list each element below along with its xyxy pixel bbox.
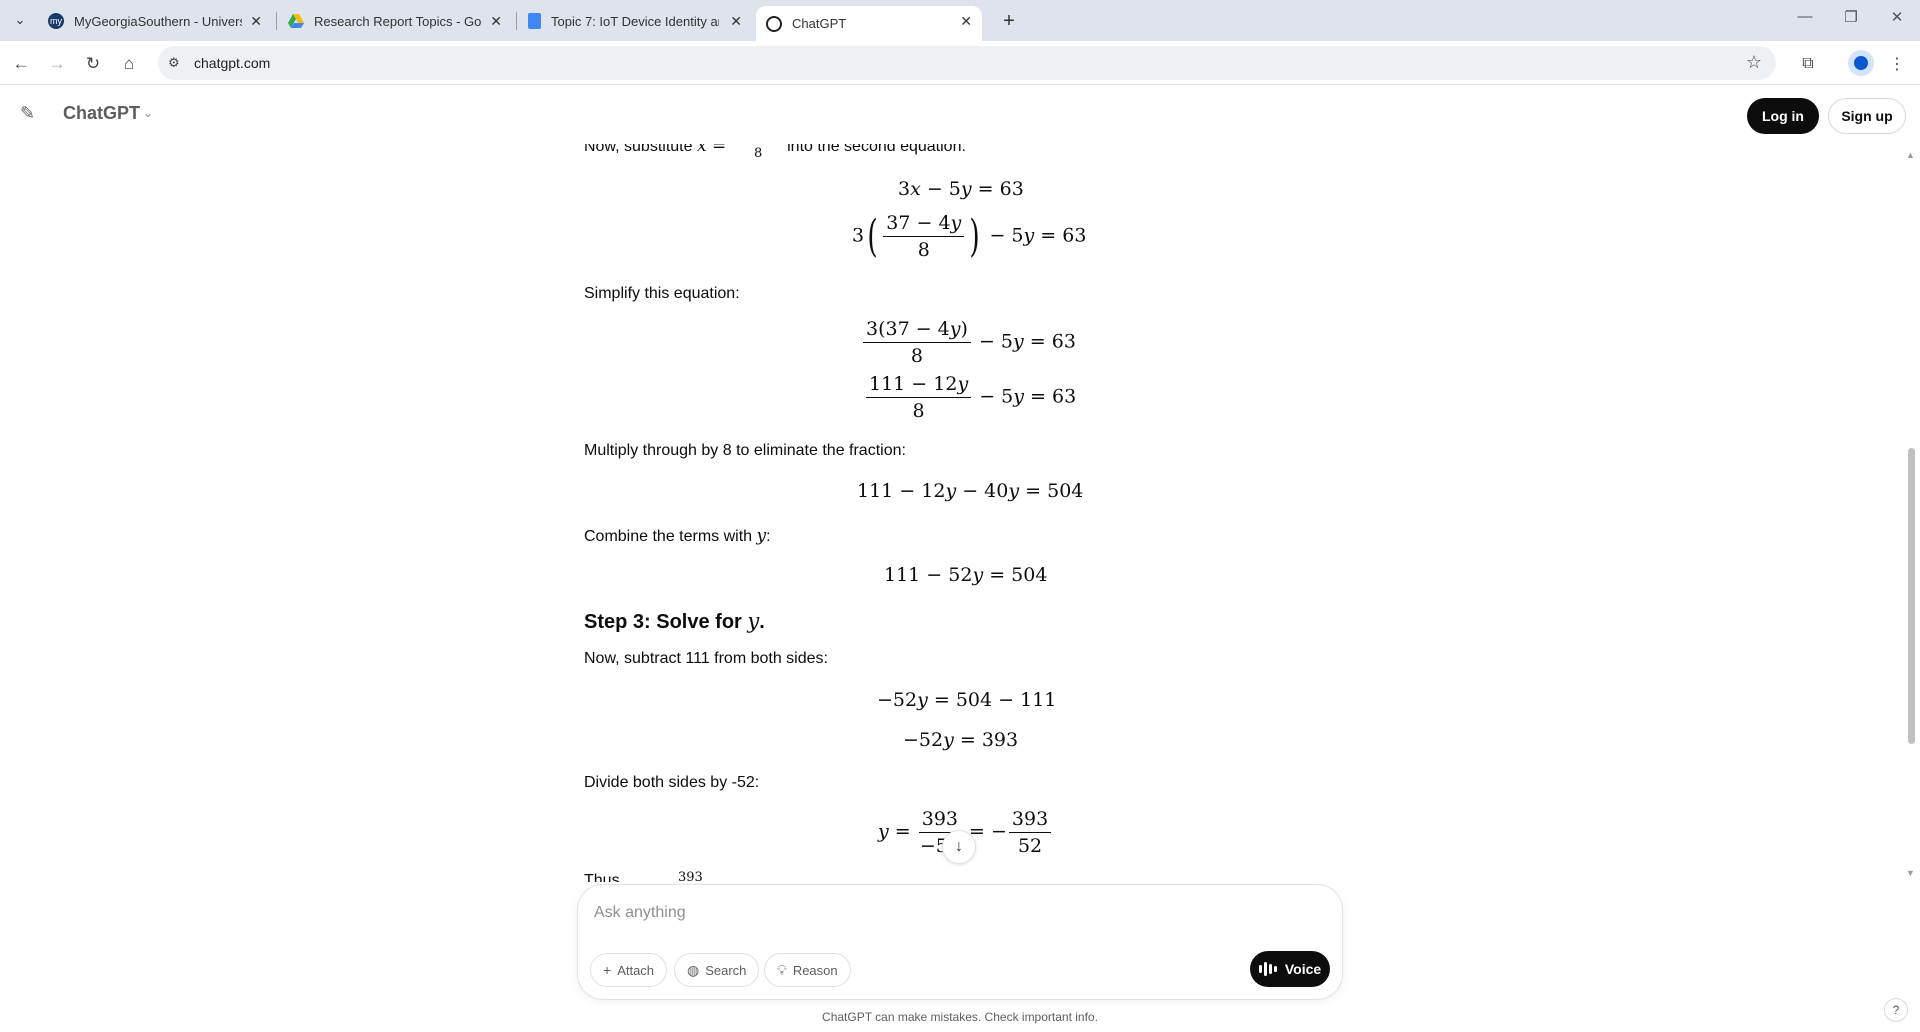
voice-label: Voice xyxy=(1284,961,1322,977)
address-bar[interactable]: ⚙ chatgpt.com ☆ xyxy=(158,46,1776,80)
chevron-down-icon[interactable]: ⌄ xyxy=(143,106,153,120)
equation-3x-5y-63: 3x − 5y = 63 xyxy=(898,178,1024,200)
equation-simplify-1: 3(37 − 4y) 8 − 5y = 63 xyxy=(861,318,1076,367)
tab-separator xyxy=(516,12,517,30)
tab-mygeorgiasouthern[interactable]: my MyGeorgiaSouthern - Universit ✕ xyxy=(38,6,272,36)
partial-text-bottom: Thus xyxy=(584,872,620,882)
equation-combined: 111 − 52y = 504 xyxy=(884,564,1048,586)
help-button[interactable]: ? xyxy=(1884,998,1908,1022)
tab-separator xyxy=(276,12,277,30)
reason-button[interactable]: 💡︎ Reason xyxy=(764,953,851,987)
combine-text: Combine the terms with y: xyxy=(584,526,771,546)
browser-tab-bar: ⌄ my MyGeorgiaSouthern - Universit ✕ Res… xyxy=(0,0,1920,41)
chatgpt-icon xyxy=(766,15,782,32)
forward-icon[interactable]: → xyxy=(44,51,70,77)
tab-search-dropdown-icon[interactable]: ⌄ xyxy=(8,8,32,32)
restore-icon[interactable]: ❐ xyxy=(1836,8,1866,26)
combine-text-label: Combine the terms with xyxy=(584,528,753,545)
scrollbar-up-arrow-icon[interactable]: ▲ xyxy=(1906,150,1915,160)
browser-menu-icon[interactable]: ⋮ xyxy=(1884,51,1910,77)
scrollbar-down-arrow-icon[interactable]: ▼ xyxy=(1906,868,1915,878)
equation-substituted: 3(37 − 4y 8) − 5y = 63 xyxy=(852,210,1087,262)
partial-text-top-start: Now, substitute xyxy=(584,144,693,155)
tab-title: MyGeorgiaSouthern - Universit xyxy=(74,13,242,29)
new-chat-icon[interactable]: ✎ xyxy=(20,103,44,127)
tab-chatgpt[interactable]: ChatGPT ✕ xyxy=(756,6,982,41)
google-drive-icon xyxy=(288,13,304,29)
tab-topic-7-iot[interactable]: Topic 7: IoT Device Identity and ✕ xyxy=(518,6,752,36)
search-label: Search xyxy=(705,962,747,978)
step3-variable: y xyxy=(747,609,760,633)
divide-text: Divide both sides by -52: xyxy=(584,774,760,791)
step3-heading: Step 3: Solve for y. xyxy=(584,609,765,633)
tab-title: ChatGPT xyxy=(792,16,847,31)
google-docs-icon xyxy=(528,13,541,29)
login-button[interactable]: Log in xyxy=(1747,98,1819,134)
my-georgia-southern-icon: my xyxy=(48,13,64,29)
browser-toolbar: ← → ↻ ⌂ ⚙ chatgpt.com ☆ ⧉ ⋮ xyxy=(0,41,1920,85)
composer: + Attach ◍ Search 💡︎ Reason Voice xyxy=(577,884,1343,1000)
plus-icon: + xyxy=(603,962,612,978)
equation-simplify-2: 111 − 12y 8 − 5y = 63 xyxy=(864,373,1076,422)
voice-waveform-icon xyxy=(1258,962,1277,976)
simplify-text: Simplify this equation: xyxy=(584,285,740,302)
partial-text-top: Now, substitute x = into the second equa… xyxy=(584,144,966,156)
scrollbar-thumb[interactable] xyxy=(1908,448,1915,744)
site-settings-icon[interactable]: ⚙ xyxy=(168,55,180,71)
model-selector[interactable]: ChatGPT xyxy=(63,103,140,124)
reason-label: Reason xyxy=(792,962,838,978)
math-inline: x = xyxy=(696,144,727,156)
subtract-text: Now, subtract 111 from both sides: xyxy=(584,650,828,667)
partial-bottom-number: 393 xyxy=(678,870,703,882)
home-icon[interactable]: ⌂ xyxy=(116,51,142,77)
attach-label: Attach xyxy=(617,962,655,978)
profile-avatar-icon[interactable] xyxy=(1848,50,1874,76)
close-tab-icon[interactable]: ✕ xyxy=(250,13,262,30)
combine-variable: y xyxy=(756,526,767,546)
extensions-icon[interactable]: ⧉ xyxy=(1795,51,1821,77)
tab-research-report-topics[interactable]: Research Report Topics - Googl ✕ xyxy=(278,6,512,36)
tab-title: Research Report Topics - Googl xyxy=(314,13,482,29)
url-text[interactable]: chatgpt.com xyxy=(194,55,270,71)
bookmark-star-icon[interactable]: ☆ xyxy=(1746,52,1762,73)
app-header: ✎ ChatGPT ⌄ Log in Sign up xyxy=(0,86,1920,144)
search-button[interactable]: ◍ Search xyxy=(674,953,760,987)
close-tab-icon[interactable]: ✕ xyxy=(960,13,972,30)
attach-button[interactable]: + Attach xyxy=(590,953,668,987)
lightbulb-icon: 💡︎ xyxy=(777,961,787,978)
voice-button[interactable]: Voice xyxy=(1250,951,1330,987)
scroll-to-bottom-button[interactable]: ↓ xyxy=(942,830,976,864)
back-icon[interactable]: ← xyxy=(8,51,34,77)
disclaimer-text: ChatGPT can make mistakes. Check importa… xyxy=(822,1010,1098,1024)
conversation-area: Now, substitute x = into the second equa… xyxy=(0,144,1920,882)
reload-icon[interactable]: ↻ xyxy=(80,51,106,77)
arrow-down-icon: ↓ xyxy=(955,838,963,855)
tab-title: Topic 7: IoT Device Identity and xyxy=(551,13,719,29)
minimize-icon[interactable]: — xyxy=(1790,8,1820,25)
close-tab-icon[interactable]: ✕ xyxy=(490,13,502,30)
math-partial-denominator: 8 xyxy=(754,146,763,161)
step3-heading-text: Step 3: Solve for xyxy=(584,611,742,633)
prompt-input[interactable] xyxy=(594,899,1294,927)
equation-multiply: 111 − 12y − 40y = 504 xyxy=(857,480,1084,502)
multiply-text: Multiply through by 8 to eliminate the f… xyxy=(584,442,906,459)
partial-text-top-end: into the second equation: xyxy=(787,144,966,155)
equation-subtract-2: −52y = 393 xyxy=(903,729,1019,751)
equation-subtract-1: −52y = 504 − 111 xyxy=(877,689,1057,711)
close-window-icon[interactable]: ✕ xyxy=(1882,8,1912,26)
globe-icon: ◍ xyxy=(687,961,700,978)
new-tab-icon[interactable]: + xyxy=(996,8,1022,34)
signup-button[interactable]: Sign up xyxy=(1828,98,1906,134)
close-tab-icon[interactable]: ✕ xyxy=(730,13,742,30)
